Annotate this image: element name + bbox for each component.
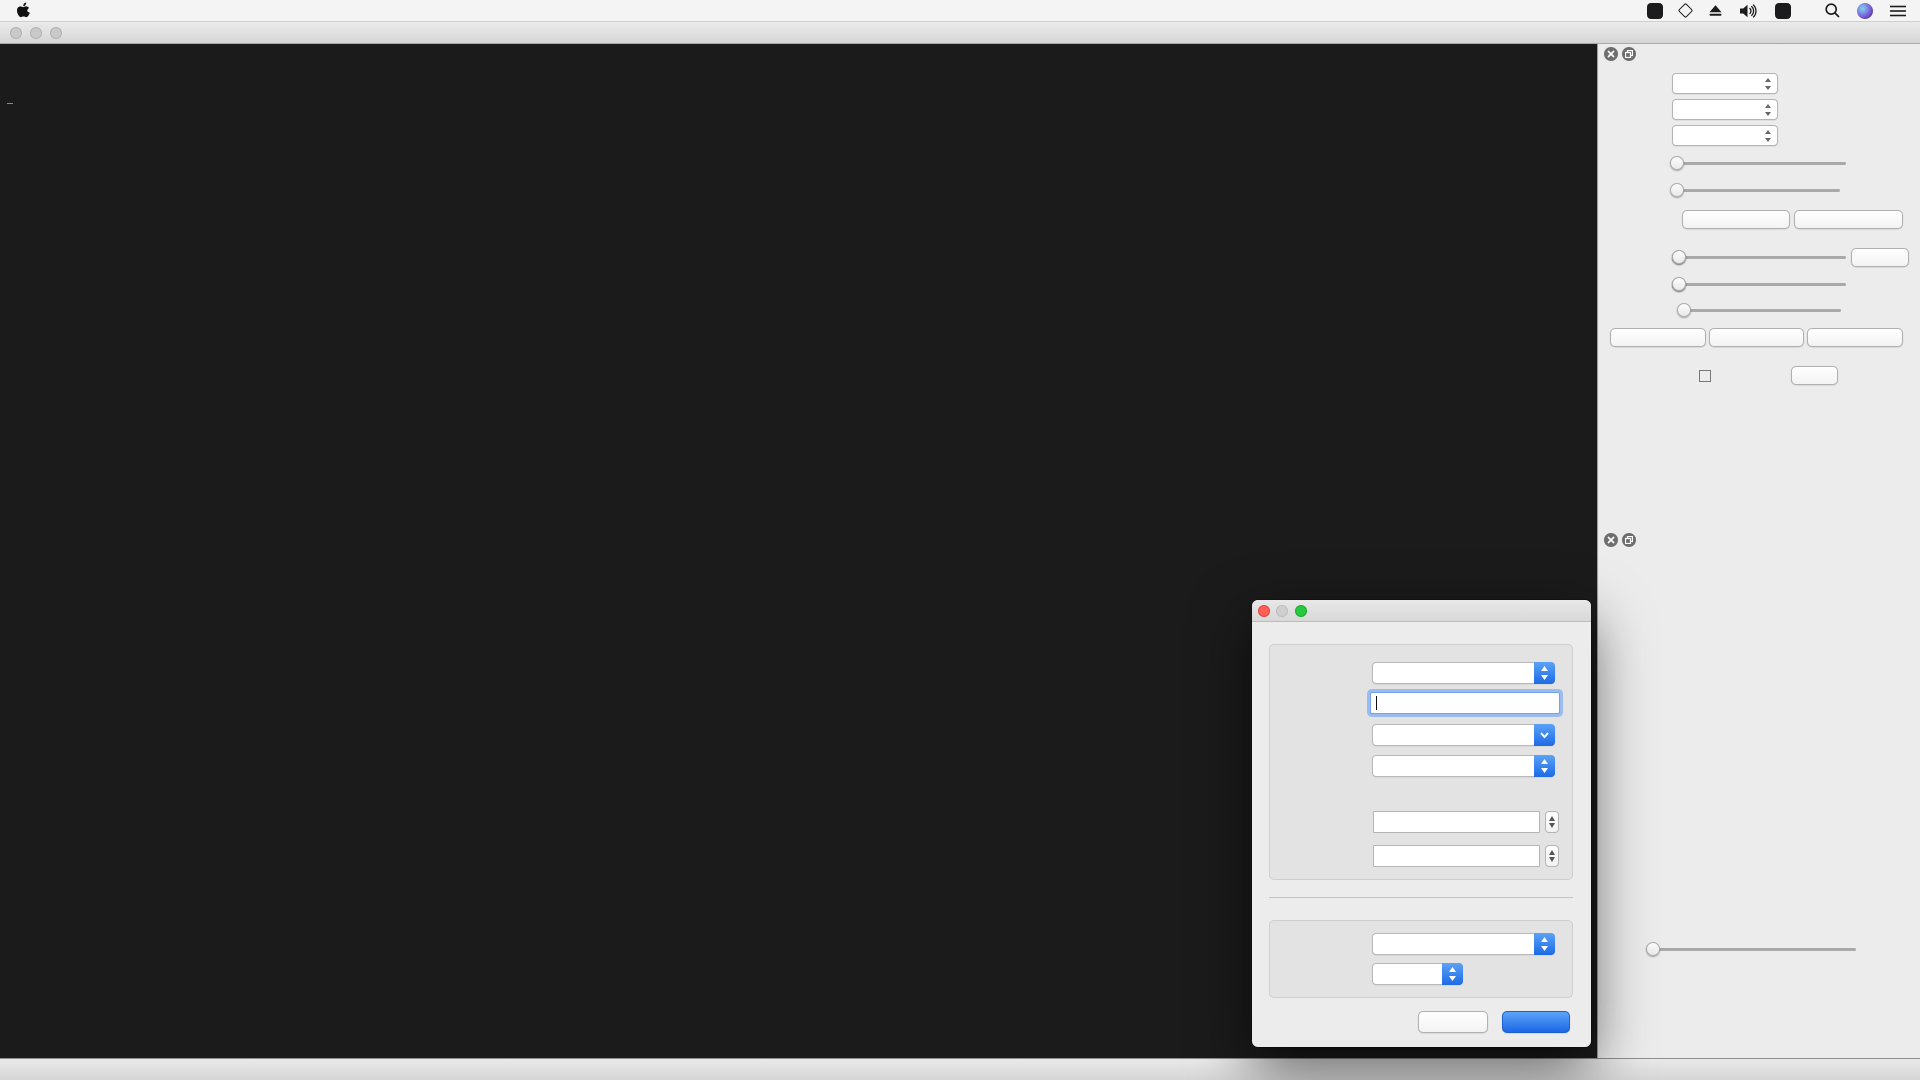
screen bbox=[0, 0, 1920, 1080]
window-title-bar[interactable] bbox=[0, 22, 1920, 44]
band-plan-label bbox=[7, 101, 13, 104]
eject-icon[interactable] bbox=[1708, 4, 1723, 17]
dialog-title-bar[interactable] bbox=[1252, 600, 1591, 622]
audio-dock-close-icon[interactable] bbox=[1604, 533, 1618, 547]
fft-size-combo[interactable] bbox=[1672, 73, 1778, 94]
configure-io-dialog bbox=[1252, 600, 1591, 1047]
gain-slider[interactable] bbox=[1646, 942, 1856, 956]
siri-icon[interactable] bbox=[1857, 3, 1873, 19]
audio-dock-float-icon[interactable] bbox=[1622, 533, 1636, 547]
zoom-window-button[interactable] bbox=[50, 27, 62, 39]
fill-button[interactable] bbox=[1791, 366, 1838, 385]
pandapter-waterfall-slider[interactable] bbox=[1670, 183, 1840, 197]
demod-button[interactable] bbox=[1807, 328, 1903, 347]
pand-db-lock-button[interactable] bbox=[1851, 248, 1909, 267]
notification-center-icon[interactable] bbox=[1890, 5, 1906, 17]
minimize-window-button[interactable] bbox=[30, 27, 42, 39]
fft-dock-close-icon[interactable] bbox=[1604, 47, 1618, 61]
audio-output-group bbox=[1269, 920, 1573, 998]
dock-tab-bar bbox=[1598, 508, 1920, 530]
reset-button[interactable] bbox=[1610, 328, 1706, 347]
rate-combo[interactable] bbox=[1672, 99, 1778, 120]
spotlight-icon[interactable] bbox=[1825, 3, 1840, 18]
audio-device-combo[interactable] bbox=[1372, 933, 1555, 955]
peak-detect-button[interactable] bbox=[1682, 210, 1790, 229]
status-b-icon[interactable] bbox=[1647, 3, 1663, 19]
volume-icon[interactable] bbox=[1740, 4, 1758, 18]
averaging-slider[interactable] bbox=[1670, 156, 1846, 170]
audio-spectrum-canvas[interactable] bbox=[1612, 565, 1912, 760]
wf-db-range-slider[interactable] bbox=[1672, 277, 1846, 291]
status-diamond-icon[interactable] bbox=[1678, 3, 1694, 19]
close-window-button[interactable] bbox=[10, 27, 22, 39]
audio-sample-rate-combo[interactable] bbox=[1372, 963, 1463, 985]
dialog-separator bbox=[1269, 897, 1573, 898]
color-swatch[interactable] bbox=[1699, 370, 1711, 382]
input-source-icon[interactable] bbox=[1775, 3, 1791, 19]
freq-zoom-slider[interactable] bbox=[1677, 303, 1841, 317]
fft-dock-float-icon[interactable] bbox=[1622, 47, 1636, 61]
status-bar bbox=[0, 1058, 1920, 1080]
time-span-combo[interactable] bbox=[1672, 125, 1778, 146]
cancel-button[interactable] bbox=[1418, 1011, 1488, 1033]
menu-bar bbox=[0, 0, 1920, 22]
dialog-zoom-button[interactable] bbox=[1295, 605, 1307, 617]
decimation-combo[interactable] bbox=[1372, 755, 1555, 777]
lnb-lo-stepper[interactable] bbox=[1545, 845, 1559, 867]
pandapter-spectrum-canvas[interactable] bbox=[0, 44, 1597, 527]
audio-waterfall-canvas[interactable] bbox=[1612, 760, 1912, 925]
pand-db-range-slider[interactable] bbox=[1672, 250, 1846, 264]
apple-menu-icon[interactable] bbox=[16, 2, 30, 19]
lnb-lo-field[interactable] bbox=[1373, 845, 1540, 867]
peak-hold-button[interactable] bbox=[1794, 210, 1903, 229]
device-combo[interactable] bbox=[1372, 662, 1555, 684]
center-button[interactable] bbox=[1709, 328, 1804, 347]
device-string-input[interactable] bbox=[1370, 692, 1560, 714]
ok-button[interactable] bbox=[1502, 1011, 1570, 1033]
dialog-minimize-button[interactable] bbox=[1276, 605, 1288, 617]
bandwidth-field[interactable] bbox=[1373, 811, 1540, 833]
bandwidth-stepper[interactable] bbox=[1545, 811, 1559, 833]
dialog-close-button[interactable] bbox=[1258, 605, 1270, 617]
input-rate-combo[interactable] bbox=[1372, 724, 1555, 746]
